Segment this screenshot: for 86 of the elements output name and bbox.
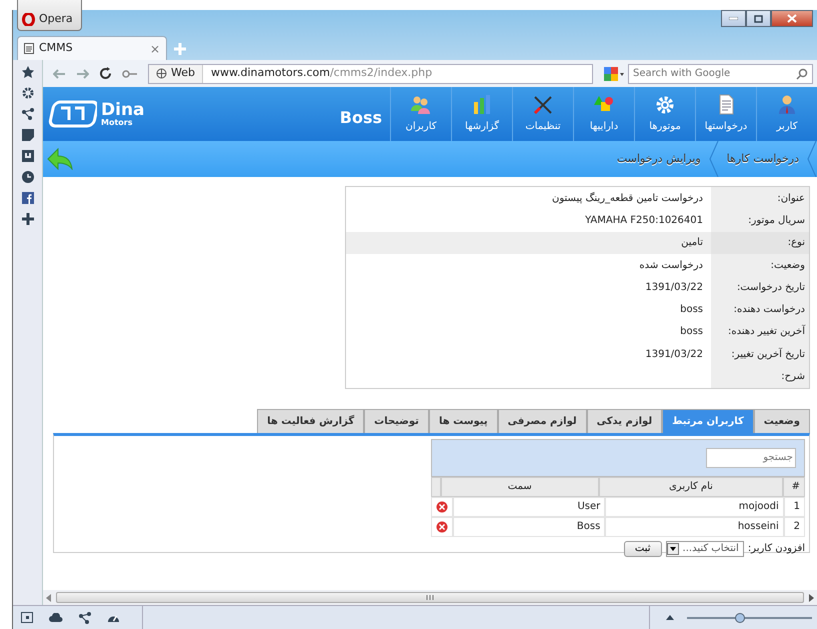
tools-icon — [532, 94, 554, 115]
breadcrumb-link[interactable]: ویرایش درخواست — [608, 141, 709, 177]
gear-icon — [654, 94, 676, 115]
column-header — [431, 476, 441, 497]
maximize-icon — [754, 14, 763, 22]
close-icon — [787, 14, 797, 23]
tab[interactable]: لوازم یدکی — [586, 408, 662, 433]
field-value: تامین — [681, 236, 703, 250]
add-panel-icon[interactable] — [22, 213, 34, 225]
tab[interactable]: پیوست ها — [428, 408, 498, 433]
field-label: سریال موتور: — [711, 209, 809, 232]
scroll-left-icon[interactable] — [46, 594, 52, 602]
user-select[interactable]: انتخاب کنید... — [666, 540, 744, 557]
field-value: درخواست شده — [639, 258, 703, 273]
minimize-icon — [729, 17, 738, 20]
page-icon — [24, 43, 34, 54]
minimize-button[interactable] — [721, 10, 746, 27]
note-icon[interactable] — [22, 129, 34, 141]
chevron-icon — [807, 141, 817, 177]
field-label: درخواست دهنده: — [711, 298, 809, 321]
field-label: نوع: — [711, 232, 809, 254]
clock-icon[interactable] — [22, 171, 34, 183]
opera-menu-button[interactable]: Opera — [17, 0, 82, 30]
field-value: 1391/03/22 — [645, 280, 703, 295]
share-icon[interactable] — [79, 612, 91, 624]
column-header: نام کاربری — [598, 476, 784, 497]
dropdown-icon — [666, 542, 679, 555]
search-engine-icon[interactable] — [603, 66, 625, 82]
chevron-icon — [708, 141, 719, 177]
cloud-icon[interactable] — [49, 613, 63, 622]
field-label: عنوان: — [711, 187, 809, 210]
gear-icon[interactable] — [22, 87, 34, 99]
tab-close-button[interactable]: × — [150, 40, 160, 58]
table-cell: 1 — [784, 496, 805, 517]
field-label: وضعیت: — [711, 254, 809, 276]
browser-tab[interactable]: CMMS × — [17, 36, 167, 60]
delete-icon[interactable] — [436, 500, 448, 513]
search-box[interactable]: Search with Google — [628, 64, 813, 84]
table-cell: hosseini — [605, 516, 784, 537]
column-header: # — [783, 476, 805, 497]
tab[interactable]: وضعیت — [754, 408, 810, 433]
key-icon[interactable] — [122, 70, 138, 78]
reload-icon[interactable] — [99, 67, 112, 80]
horizontal-scrollbar[interactable] — [56, 592, 804, 603]
table-cell: 2 — [784, 516, 805, 537]
opera-logo-icon — [22, 12, 35, 26]
search-field[interactable]: جستجو — [706, 448, 796, 468]
field-value: boss — [680, 303, 703, 318]
logo-title: Dina — [101, 102, 145, 118]
expand-up-icon[interactable] — [666, 615, 674, 620]
table-cell: Boss — [453, 516, 606, 537]
grip-icon — [426, 595, 434, 600]
field-label: شرح: — [711, 365, 809, 388]
submit-button[interactable]: ثبت — [624, 540, 662, 557]
tab[interactable]: لوازم مصرفی — [498, 408, 587, 433]
search-icon[interactable] — [796, 68, 808, 80]
table-cell: mojoodi — [605, 496, 784, 517]
scroll-right-icon[interactable] — [808, 594, 814, 602]
field-value: boss — [680, 325, 703, 340]
share-icon[interactable] — [22, 108, 34, 120]
delete-icon[interactable] — [436, 520, 448, 533]
zoom-slider[interactable] — [687, 612, 812, 622]
user-name: Boss — [340, 107, 382, 129]
table-cell: User — [453, 496, 606, 517]
add-user-label: افزودن کاربر: — [748, 542, 805, 556]
field-label: تاریخ آخرین تغییر: — [711, 343, 809, 366]
tab-title: CMMS — [39, 40, 74, 56]
field-value: YAMAHA F250:1026401 — [585, 214, 703, 228]
maximize-button[interactable] — [746, 10, 771, 27]
column-header: سمت — [441, 476, 599, 497]
field-value: درخواست تامین قطعه_رینگ پیستون — [552, 191, 703, 206]
field-label: آخرین تغییر دهنده: — [711, 320, 809, 344]
breadcrumb-link[interactable]: درخواست کارها — [718, 141, 807, 177]
field-label: تاریخ درخواست: — [711, 276, 809, 298]
close-button[interactable] — [771, 10, 813, 27]
bookmark-icon[interactable] — [22, 66, 34, 78]
field-value: 1391/03/22 — [645, 348, 703, 362]
person-icon — [776, 94, 798, 115]
people-icon — [410, 94, 432, 115]
logo-icon — [47, 99, 97, 129]
tab[interactable]: گزارش فعالیت ها — [257, 408, 364, 433]
panel-toggle-icon[interactable] — [21, 612, 33, 623]
logo-subtitle: Motors — [101, 118, 134, 126]
tab[interactable]: توضیحات — [364, 408, 429, 433]
bar-chart-icon — [471, 94, 493, 115]
facebook-icon[interactable] — [22, 192, 34, 204]
